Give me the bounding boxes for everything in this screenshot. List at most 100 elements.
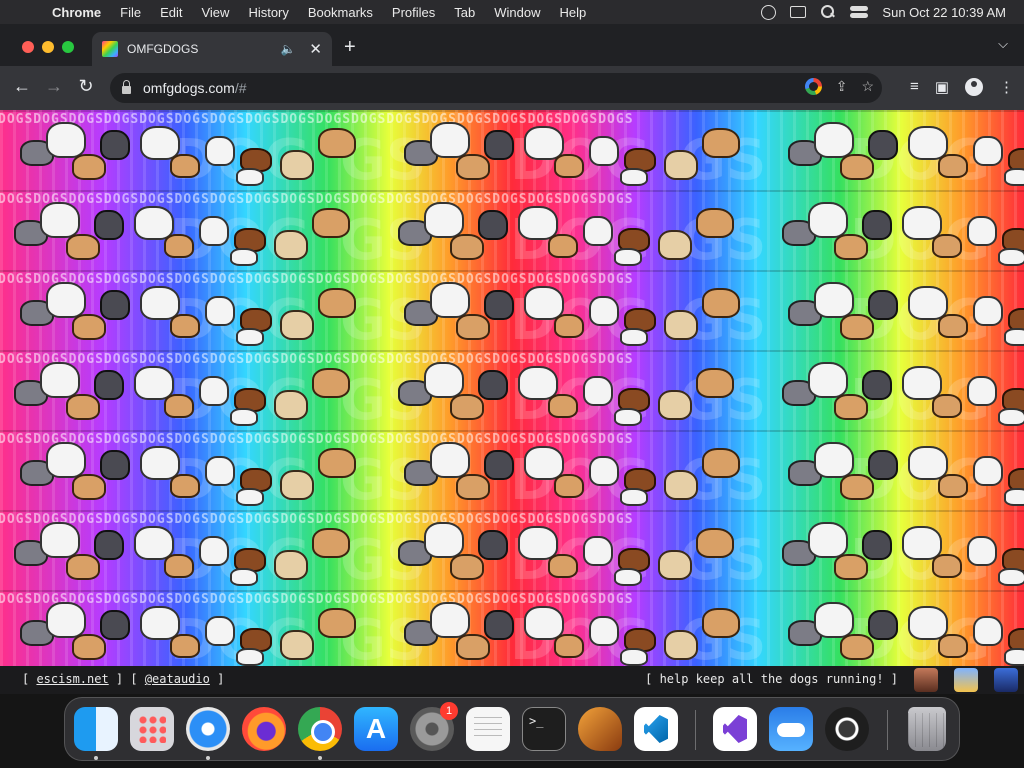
window-zoom-button[interactable] xyxy=(62,41,74,53)
tab-title: OMFGDOGS xyxy=(127,42,199,56)
running-dog xyxy=(450,554,484,580)
app-store-icon[interactable]: A xyxy=(354,707,398,751)
side-panel-icon[interactable]: ▣ xyxy=(935,78,949,96)
menu-history[interactable]: History xyxy=(248,5,288,20)
dogs-pattern-text: DOGSDOGSDOGSDOGSDOGSDOGSDOGSDOGSDOGSDOGS… xyxy=(0,512,634,527)
safari-icon[interactable] xyxy=(186,707,230,751)
firefox-icon[interactable] xyxy=(242,707,286,751)
menu-profiles[interactable]: Profiles xyxy=(392,5,435,20)
running-dog xyxy=(484,130,514,160)
bookmark-star-icon[interactable]: ☆ xyxy=(861,78,874,95)
running-dog xyxy=(72,154,106,180)
menu-view[interactable]: View xyxy=(201,5,229,20)
escism-link[interactable]: escism.net xyxy=(36,672,108,686)
running-dog xyxy=(702,608,740,638)
garageband-icon[interactable] xyxy=(578,707,622,751)
reload-button[interactable]: ↻ xyxy=(74,76,98,97)
chrome-menu-icon[interactable]: ⋮ xyxy=(999,78,1014,96)
footer-thumbnail-1[interactable] xyxy=(914,668,938,692)
toolbar-right-actions: ≡ ▣ ⋮ xyxy=(910,78,1014,96)
vscode-icon[interactable] xyxy=(634,707,678,751)
trash-icon[interactable] xyxy=(908,707,946,751)
running-dog xyxy=(1004,648,1024,666)
chrome-icon[interactable] xyxy=(298,707,342,751)
window-close-button[interactable] xyxy=(22,41,34,53)
tab-close-icon[interactable]: ✕ xyxy=(309,40,322,58)
lock-icon[interactable] xyxy=(122,80,131,94)
running-dog xyxy=(702,128,740,158)
running-dog xyxy=(814,122,854,158)
running-dog xyxy=(170,154,200,178)
dock-divider-trash xyxy=(887,710,888,750)
dog-row: DOGSDOGSDOGSDOGSDOGSDOGSDOGSDOGSDOGSDOGS… xyxy=(0,270,1024,353)
textedit-icon[interactable] xyxy=(466,707,510,751)
eataudio-link[interactable]: @eataudio xyxy=(145,672,210,686)
tab-audio-icon[interactable]: 🔈 xyxy=(280,42,295,56)
dog-row: DOGSDOGSDOGSDOGSDOGSDOGSDOGSDOGSDOGSDOGS… xyxy=(0,590,1024,666)
footer-links: [ escism.net ] [ @eataudio ] xyxy=(22,672,224,686)
window-icon[interactable] xyxy=(790,6,807,18)
back-button[interactable]: ← xyxy=(10,76,34,97)
menu-help[interactable]: Help xyxy=(560,5,587,20)
profile-avatar-icon[interactable] xyxy=(965,78,983,96)
running-dog xyxy=(46,122,86,158)
running-dog xyxy=(967,376,997,406)
running-dog xyxy=(583,536,613,566)
running-dog xyxy=(583,216,613,246)
spotlight-search-icon[interactable] xyxy=(820,5,836,19)
visual-studio-icon[interactable] xyxy=(713,707,757,751)
menu-window[interactable]: Window xyxy=(494,5,540,20)
terminal-icon[interactable]: >_ xyxy=(522,707,566,751)
new-tab-button[interactable]: + xyxy=(344,36,356,59)
running-dog xyxy=(424,522,464,558)
running-dog xyxy=(614,408,642,426)
running-dog xyxy=(478,530,508,560)
launchpad-icon[interactable] xyxy=(130,707,174,751)
running-dog xyxy=(40,522,80,558)
obs-icon[interactable] xyxy=(825,707,869,751)
running-dog xyxy=(862,530,892,560)
menubar-clock[interactable]: Sun Oct 22 10:39 AM xyxy=(882,5,1006,20)
menu-file[interactable]: File xyxy=(120,5,141,20)
omfgdogs-favicon-icon xyxy=(102,41,118,57)
running-dog xyxy=(932,554,962,578)
running-dog xyxy=(280,310,314,340)
menu-app-chrome[interactable]: Chrome xyxy=(52,5,101,20)
finder-icon[interactable] xyxy=(74,707,118,751)
running-dog xyxy=(862,370,892,400)
running-dog xyxy=(868,610,898,640)
running-dog xyxy=(205,296,235,326)
share-icon[interactable]: ⇪ xyxy=(836,78,848,95)
tab-search-chevron-icon[interactable]: ⌵ xyxy=(998,36,1008,52)
creative-cloud-icon[interactable] xyxy=(761,4,777,20)
running-dog xyxy=(164,554,194,578)
running-dog xyxy=(484,610,514,640)
tab-omfgdogs[interactable]: OMFGDOGS 🔈 ✕ xyxy=(92,32,332,66)
running-dog xyxy=(170,474,200,498)
menu-tab[interactable]: Tab xyxy=(454,5,475,20)
menu-bookmarks[interactable]: Bookmarks xyxy=(308,5,373,20)
address-bar[interactable]: omfgdogs.com/# ⇪ ☆ xyxy=(110,73,882,103)
running-dog xyxy=(696,208,734,238)
settings-notification-badge: 1 xyxy=(440,702,458,720)
safari-running-dot xyxy=(206,756,210,760)
running-dog xyxy=(938,314,968,338)
footer-thumbnail-3[interactable] xyxy=(994,668,1018,692)
weather-icon[interactable] xyxy=(769,707,813,751)
running-dog xyxy=(620,648,648,666)
running-dog xyxy=(938,474,968,498)
control-center-icon[interactable] xyxy=(850,6,869,18)
running-dog xyxy=(589,296,619,326)
running-dog xyxy=(94,370,124,400)
running-dog xyxy=(614,568,642,586)
media-controls-icon[interactable]: ≡ xyxy=(910,78,919,96)
forward-button[interactable]: → xyxy=(42,76,66,97)
running-dog xyxy=(834,234,868,260)
footer-thumbnail-2[interactable] xyxy=(954,668,978,692)
google-lens-icon[interactable] xyxy=(804,78,822,95)
menu-edit[interactable]: Edit xyxy=(160,5,182,20)
donate-text[interactable]: [ help keep all the dogs running! ] xyxy=(645,672,898,686)
running-dog xyxy=(973,136,1003,166)
window-minimize-button[interactable] xyxy=(42,41,54,53)
running-dog xyxy=(589,456,619,486)
